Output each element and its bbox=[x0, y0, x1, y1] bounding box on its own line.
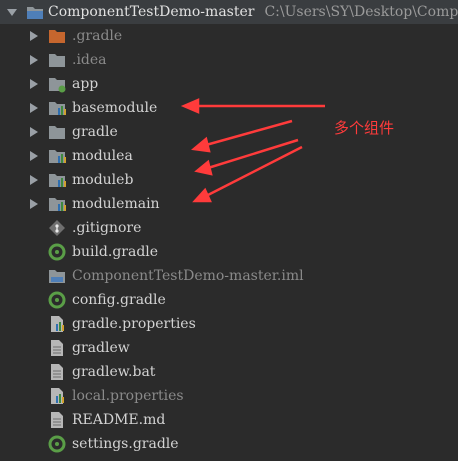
annotation-arrowhead bbox=[192, 187, 212, 203]
annotation-text: 多个组件 bbox=[334, 119, 395, 137]
annotation-arrowhead bbox=[191, 136, 211, 153]
annotation-arrow-modulea bbox=[207, 138, 299, 170]
annotation-arrows bbox=[180, 98, 325, 203]
annotation-arrowhead bbox=[180, 98, 200, 114]
annotation-arrow-gradle bbox=[205, 119, 293, 147]
annotation-arrowhead bbox=[194, 159, 213, 176]
